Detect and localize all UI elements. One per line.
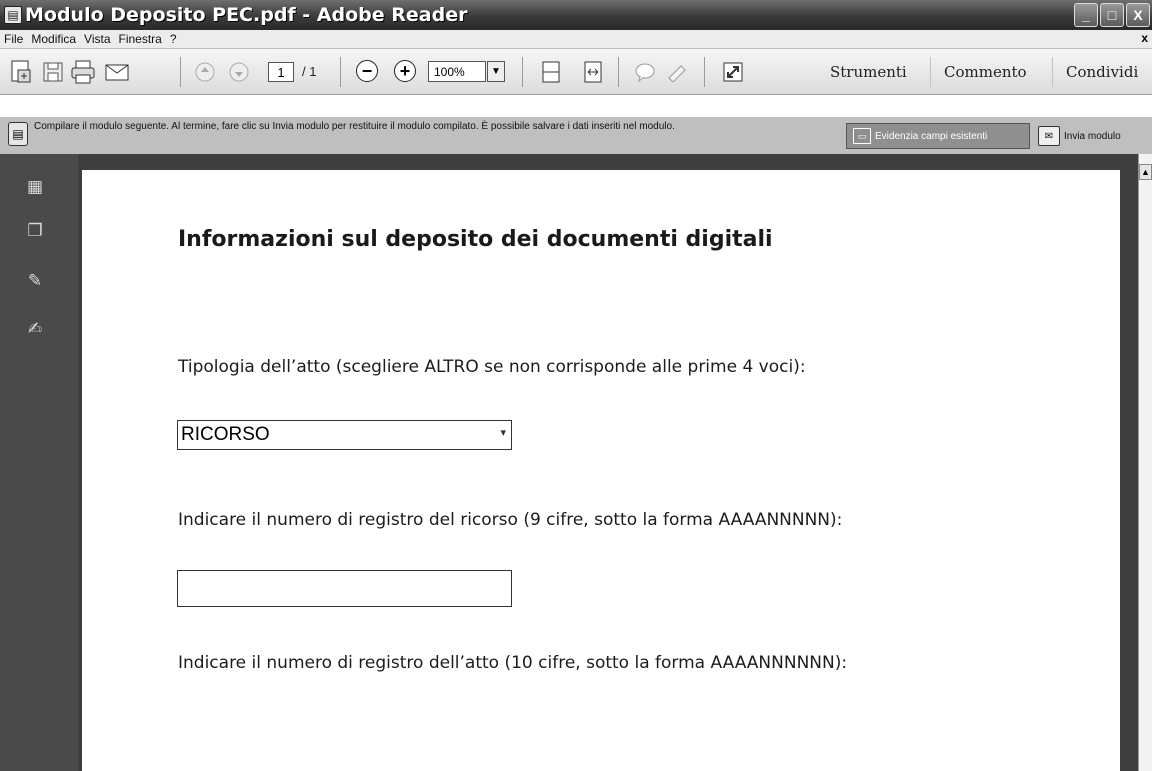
minimize-button[interactable]: _ [1074, 3, 1098, 27]
highlight-icon[interactable] [664, 59, 690, 85]
highlight-fields-label: Evidenzia campi esistenti [875, 130, 988, 142]
toolbar-separator [522, 57, 523, 87]
fit-width-icon[interactable] [580, 59, 606, 85]
menu-finestra[interactable]: Finestra [115, 32, 166, 46]
submit-form-icon: ✉ [1038, 126, 1060, 146]
tab-separator [930, 57, 931, 87]
menu-file[interactable]: File [0, 32, 27, 46]
tipologia-select[interactable]: RICORSO ▾ [177, 420, 512, 450]
attachments-icon[interactable]: ✎ [24, 270, 46, 292]
registro-atto-label: Indicare il numero di registro dell’atto… [178, 653, 848, 673]
tab-separator [1052, 57, 1053, 87]
tab-condividi[interactable]: Condividi [1066, 60, 1138, 84]
toolbar: 1 / 1 − + 100% ▼ Strumenti Commento Cond… [0, 49, 1152, 95]
tipologia-value: RICORSO [181, 424, 270, 445]
submit-form-button[interactable]: ✉ Invia modulo [1038, 123, 1150, 149]
title-bar: ▤ Modulo Deposito PEC.pdf - Adobe Reader… [0, 0, 1152, 30]
page-title: Informazioni sul deposito dei documenti … [178, 227, 773, 252]
next-page-icon[interactable] [226, 59, 252, 85]
zoom-out-button[interactable]: − [356, 60, 378, 82]
pdf-page: Informazioni sul deposito dei documenti … [82, 170, 1120, 771]
window-title: Modulo Deposito PEC.pdf - Adobe Reader [25, 4, 468, 26]
menu-help[interactable]: ? [166, 32, 181, 46]
fullscreen-icon[interactable] [720, 59, 746, 85]
fit-page-icon[interactable] [538, 59, 564, 85]
form-notice-bar: ▤ Compilare il modulo seguente. Al termi… [0, 117, 1152, 154]
menu-vista[interactable]: Vista [80, 32, 114, 46]
email-icon[interactable] [104, 59, 130, 85]
page-number-input[interactable]: 1 [268, 62, 294, 82]
signatures-icon[interactable]: ✍ [24, 318, 46, 340]
comment-icon[interactable] [632, 59, 658, 85]
toolbar-separator [340, 57, 341, 87]
print-icon[interactable] [70, 59, 96, 85]
chevron-down-icon: ▾ [500, 427, 506, 439]
window-controls: _ □ X [1074, 3, 1150, 27]
maximize-button[interactable]: □ [1100, 3, 1124, 27]
page-total: / 1 [302, 64, 317, 79]
highlight-fields-button[interactable]: ▭ Evidenzia campi esistenti [846, 123, 1030, 149]
zoom-dropdown-icon[interactable]: ▼ [487, 61, 505, 82]
bookmarks-icon[interactable]: ❐ [24, 220, 46, 242]
registro-ricorso-label: Indicare il numero di registro del ricor… [178, 510, 843, 530]
previous-page-icon[interactable] [192, 59, 218, 85]
create-pdf-icon[interactable] [8, 59, 34, 85]
toolbar-separator [618, 57, 619, 87]
close-document-icon[interactable]: x [1141, 31, 1148, 45]
menu-bar: File Modifica Vista Finestra ? x [0, 30, 1152, 49]
adobe-reader-icon: ▤ [4, 6, 22, 24]
navigation-pane: ▦ ❐ ✎ ✍ [0, 154, 78, 771]
zoom-level-input[interactable]: 100% [428, 61, 486, 82]
scroll-up-icon[interactable]: ▲ [1139, 164, 1152, 180]
vertical-scrollbar[interactable]: ▲ [1138, 154, 1152, 771]
pages-icon[interactable]: ▦ [24, 176, 46, 198]
save-icon[interactable] [40, 59, 66, 85]
tipologia-label: Tipologia dell’atto (scegliere ALTRO se … [178, 357, 806, 377]
form-notice-text: Compilare il modulo seguente. Al termine… [34, 121, 675, 132]
close-button[interactable]: X [1126, 3, 1150, 27]
form-info-icon: ▤ [8, 122, 28, 146]
submit-form-label: Invia modulo [1064, 130, 1121, 142]
zoom-in-button[interactable]: + [394, 60, 416, 82]
highlight-fields-icon: ▭ [853, 128, 871, 144]
menu-modifica[interactable]: Modifica [27, 32, 80, 46]
registro-ricorso-input[interactable] [177, 570, 512, 607]
tab-commento[interactable]: Commento [944, 60, 1027, 84]
toolbar-separator [180, 57, 181, 87]
toolbar-separator [704, 57, 705, 87]
tab-strumenti[interactable]: Strumenti [830, 60, 907, 84]
